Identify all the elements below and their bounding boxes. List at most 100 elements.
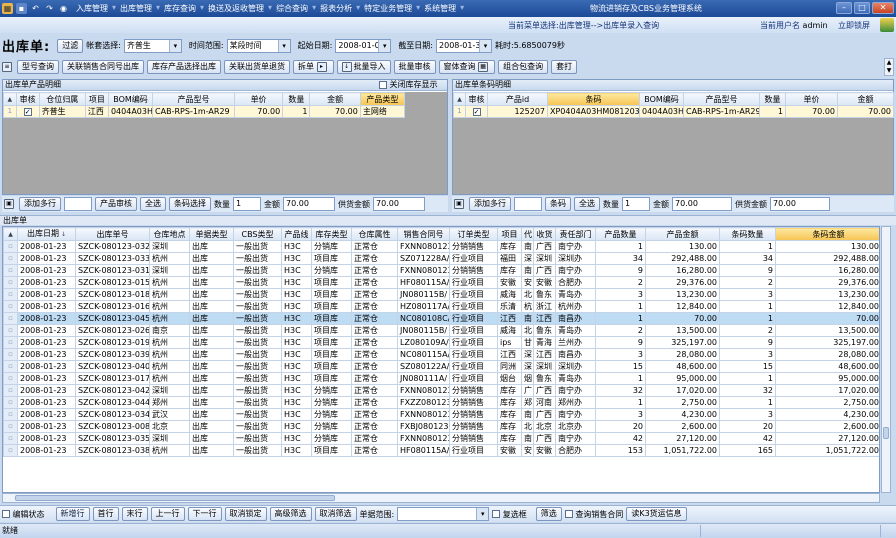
table-cell[interactable]: 1,051,722.00 [775,444,879,457]
table-cell[interactable]: 广西 [533,384,556,397]
table-cell[interactable]: 正常仓 [351,240,398,253]
model-query-button[interactable]: 型号查询 [17,60,59,74]
table-cell[interactable]: HZ080117A/ [397,300,450,313]
table-cell[interactable]: 甘 [521,336,534,349]
table-cell[interactable]: 南 [521,312,534,325]
barcode-qty-field[interactable]: 1 [622,197,650,211]
table-row[interactable]: ▫ 2008-01-23 SZCK-080123-008 北京 出库 一般出货 H3C 分销库… [3,420,879,433]
table-cell[interactable]: SZCK-080123-017 [75,372,150,385]
table-cell[interactable]: 4,230.00 [645,408,720,421]
table-cell[interactable]: 1 [719,372,776,385]
table-cell[interactable]: 正常仓 [351,300,398,313]
table-row[interactable]: 1 ✓ 125207XP0404A03HM0812038190404A03HCAB-… [453,105,894,118]
prev-row-button[interactable]: 上一行 [150,507,185,521]
table-cell[interactable]: 出库 [189,384,234,397]
save-barcode-icon[interactable]: ▣ [454,199,464,209]
table-cell[interactable]: 行业项目 [449,372,498,385]
table-cell[interactable]: 行业项目 [449,252,498,265]
table-cell[interactable]: 2008-01-23 [17,264,76,277]
table-cell[interactable]: 广西 [533,408,556,421]
table-row[interactable]: ▫ 2008-01-23 SZCK-080123-035 深圳 出库 一般出货 H3C 分销库… [3,432,879,445]
table-cell[interactable]: 20 [595,420,646,433]
table-cell[interactable]: 48,600.00 [645,360,720,373]
table-cell[interactable]: 深圳 [149,432,190,445]
query-contract-checkbox[interactable] [564,510,573,518]
column-header[interactable]: 收货 [533,227,556,241]
table-cell[interactable]: 16,280.00 [645,264,720,277]
table-cell[interactable]: 一般出货 [233,276,282,289]
table-cell[interactable]: 1 [719,312,776,325]
table-cell[interactable]: HF080115A/ [397,444,450,457]
table-cell[interactable]: 153 [595,444,646,457]
table-cell[interactable]: 292,488.00 [775,252,879,265]
table-cell[interactable]: JN080115B/ [397,288,450,301]
table-row[interactable]: ▫ 2008-01-23 SZCK-080123-019 杭州 出库 一般出货 H3C 项目库… [3,336,879,349]
table-cell[interactable]: 29,376.00 [645,276,720,289]
table-cell[interactable]: 70.00 [645,312,720,325]
table-cell[interactable]: 兰州办 [555,336,596,349]
table-cell[interactable]: 杭州 [149,252,190,265]
table-cell[interactable]: 合肥办 [555,444,596,457]
table-cell[interactable]: 2008-01-23 [17,300,76,313]
table-cell[interactable]: 正常仓 [351,252,398,265]
table-row[interactable]: ▫ 2008-01-23 SZCK-080123-034 武汉 出库 一般出货 H3C 分销库… [3,408,879,421]
table-cell[interactable]: JN080111A/ [397,372,450,385]
table-cell[interactable]: 合肥办 [555,276,596,289]
table-cell[interactable]: 行业项目 [449,312,498,325]
table-cell[interactable]: 杭州 [149,372,190,385]
table-cell[interactable]: 9 [595,336,646,349]
table-cell[interactable]: 一般出货 [233,252,282,265]
table-cell[interactable]: 库存 [497,396,522,409]
table-cell[interactable]: 出库 [189,432,234,445]
table-cell[interactable]: SZCK-080123-019 [75,336,150,349]
table-cell[interactable]: 29,376.00 [775,276,879,289]
table-cell[interactable]: 2,600.00 [775,420,879,433]
table-cell[interactable]: 行业项目 [449,348,498,361]
table-cell[interactable]: H3C [281,252,312,265]
table-cell[interactable]: 正常仓 [351,348,398,361]
table-row[interactable]: ▫ 2008-01-23 SZCK-080123-026 南京 出库 一般出货 H3C 项目库… [3,324,879,337]
table-cell[interactable]: H3C [281,288,312,301]
table-cell[interactable]: FXZZ080123 [397,396,450,409]
table-row[interactable]: ▫ 2008-01-23 SZCK-080123-032 深圳 出库 一般出货 H3C 分销库… [3,240,879,253]
table-cell[interactable]: 项目库 [311,252,352,265]
table-cell[interactable]: 15 [719,360,776,373]
barcode-select-button[interactable]: 条码选择 [169,197,211,211]
table-cell[interactable]: 一般出货 [233,336,282,349]
table-cell[interactable]: 南昌办 [555,348,596,361]
table-cell[interactable]: 2 [719,324,776,337]
table-cell[interactable]: 正常仓 [351,432,398,445]
table-cell[interactable]: 分销库 [311,264,352,277]
table-cell[interactable]: 15 [595,360,646,373]
table-cell[interactable]: 项目库 [311,324,352,337]
menu-item-0[interactable]: 入库管理 [73,3,111,14]
table-row[interactable]: ▫ 2008-01-23 SZCK-080123-039 杭州 出库 一般出货 H3C 项目库… [3,348,879,361]
table-cell[interactable]: 2008-01-23 [17,348,76,361]
table-cell[interactable]: 深 [521,360,534,373]
table-cell[interactable]: 郑 [521,396,534,409]
start-date-input[interactable]: 2008-01-01 [335,38,392,53]
table-cell[interactable]: 杭州 [149,276,190,289]
table-cell[interactable]: H3C [281,300,312,313]
filter-apply-button[interactable]: 筛选 [535,507,562,521]
add-row-button[interactable]: 新增行 [55,507,90,521]
barcode-amount-field[interactable]: 70.00 [672,197,732,211]
table-cell[interactable]: 库存 [497,432,522,445]
table-cell[interactable]: 行业项目 [449,324,498,337]
table-cell[interactable]: H3C [281,324,312,337]
table-cell[interactable]: 分销销售 [449,384,498,397]
table-cell[interactable]: 正常仓 [351,264,398,277]
table-cell[interactable]: SZCK-080123-045 [75,312,150,325]
table-cell[interactable]: 杭州 [149,288,190,301]
table-cell[interactable]: 福田 [497,252,522,265]
table-cell[interactable]: 1 [595,312,646,325]
table-cell[interactable]: H3C [281,240,312,253]
table-cell[interactable]: 鲁东 [533,288,556,301]
column-header[interactable]: 出库日期 ↓ [17,227,76,241]
next-row-button[interactable]: 下一行 [187,507,222,521]
add-rows-button[interactable]: 添加多行 [19,197,61,211]
table-cell[interactable]: 威海 [497,324,522,337]
table-cell[interactable]: 南 [521,432,534,445]
table-cell[interactable]: 13,500.00 [645,324,720,337]
table-cell[interactable]: 2008-01-23 [17,288,76,301]
